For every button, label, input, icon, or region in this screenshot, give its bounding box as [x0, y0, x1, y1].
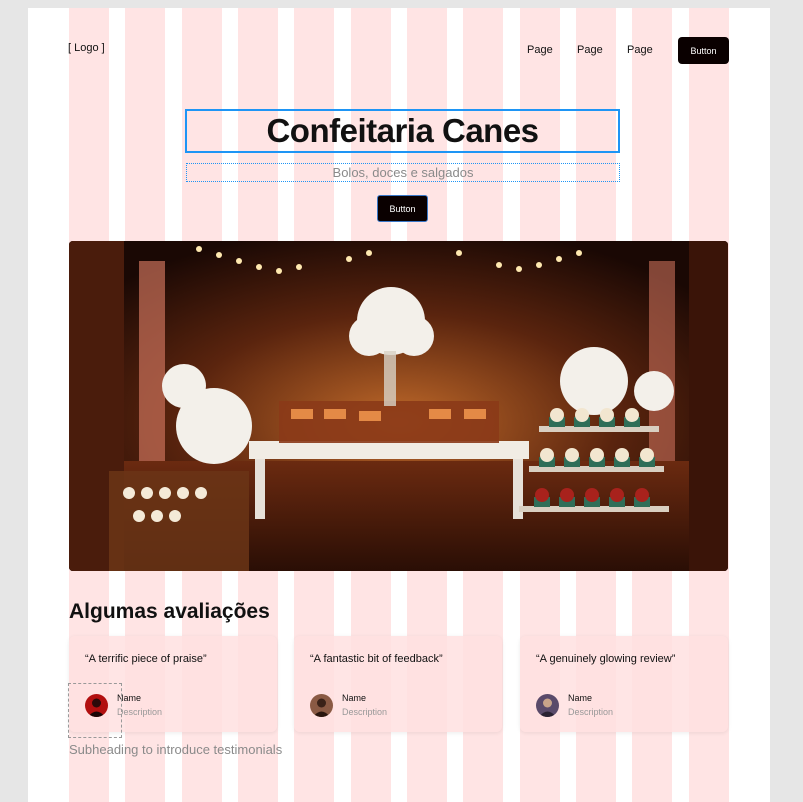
testimonial-name: Name [568, 693, 593, 703]
nav-link-page-1[interactable]: Page [527, 44, 553, 56]
testimonial-description: Description [342, 707, 388, 717]
hero-image-dessert-table [69, 241, 728, 571]
testimonial-quote: “A terrific piece of praise” [85, 653, 207, 665]
testimonial-card: “A fantastic bit of feedback” Name Descr… [294, 636, 502, 732]
testimonial-quote: “A fantastic bit of feedback” [310, 653, 443, 665]
testimonial-description: Description [568, 707, 614, 717]
page-frame: [ Logo ] Page Page Page Button Confeitar… [28, 8, 770, 802]
testimonials-subheading: Subheading to introduce testimonials [69, 742, 283, 757]
nav-link-page-2[interactable]: Page [577, 44, 603, 56]
header-cta-button[interactable]: Button [678, 37, 729, 64]
testimonial-description: Description [117, 707, 163, 717]
hero-title: Confeitaria Canes [266, 112, 539, 149]
top-nav: Page Page Page Button [28, 37, 770, 65]
testimonial-card: “A genuinely glowing review” Name Descri… [520, 636, 728, 732]
testimonials-title: Algumas avaliações [69, 600, 270, 623]
hero-cta-button[interactable]: Button [377, 195, 428, 222]
hero-subtitle-selection: Bolos, doces e salgados [186, 163, 620, 182]
avatar [536, 694, 559, 717]
nav-link-page-3[interactable]: Page [627, 44, 653, 56]
testimonial-quote: “A genuinely glowing review” [536, 653, 676, 665]
avatar-selection-box [68, 683, 122, 738]
hero-subtitle: Bolos, doces e salgados [332, 165, 474, 180]
testimonial-name: Name [342, 693, 367, 703]
avatar [310, 694, 333, 717]
hero-title-selection: Confeitaria Canes [185, 109, 620, 153]
